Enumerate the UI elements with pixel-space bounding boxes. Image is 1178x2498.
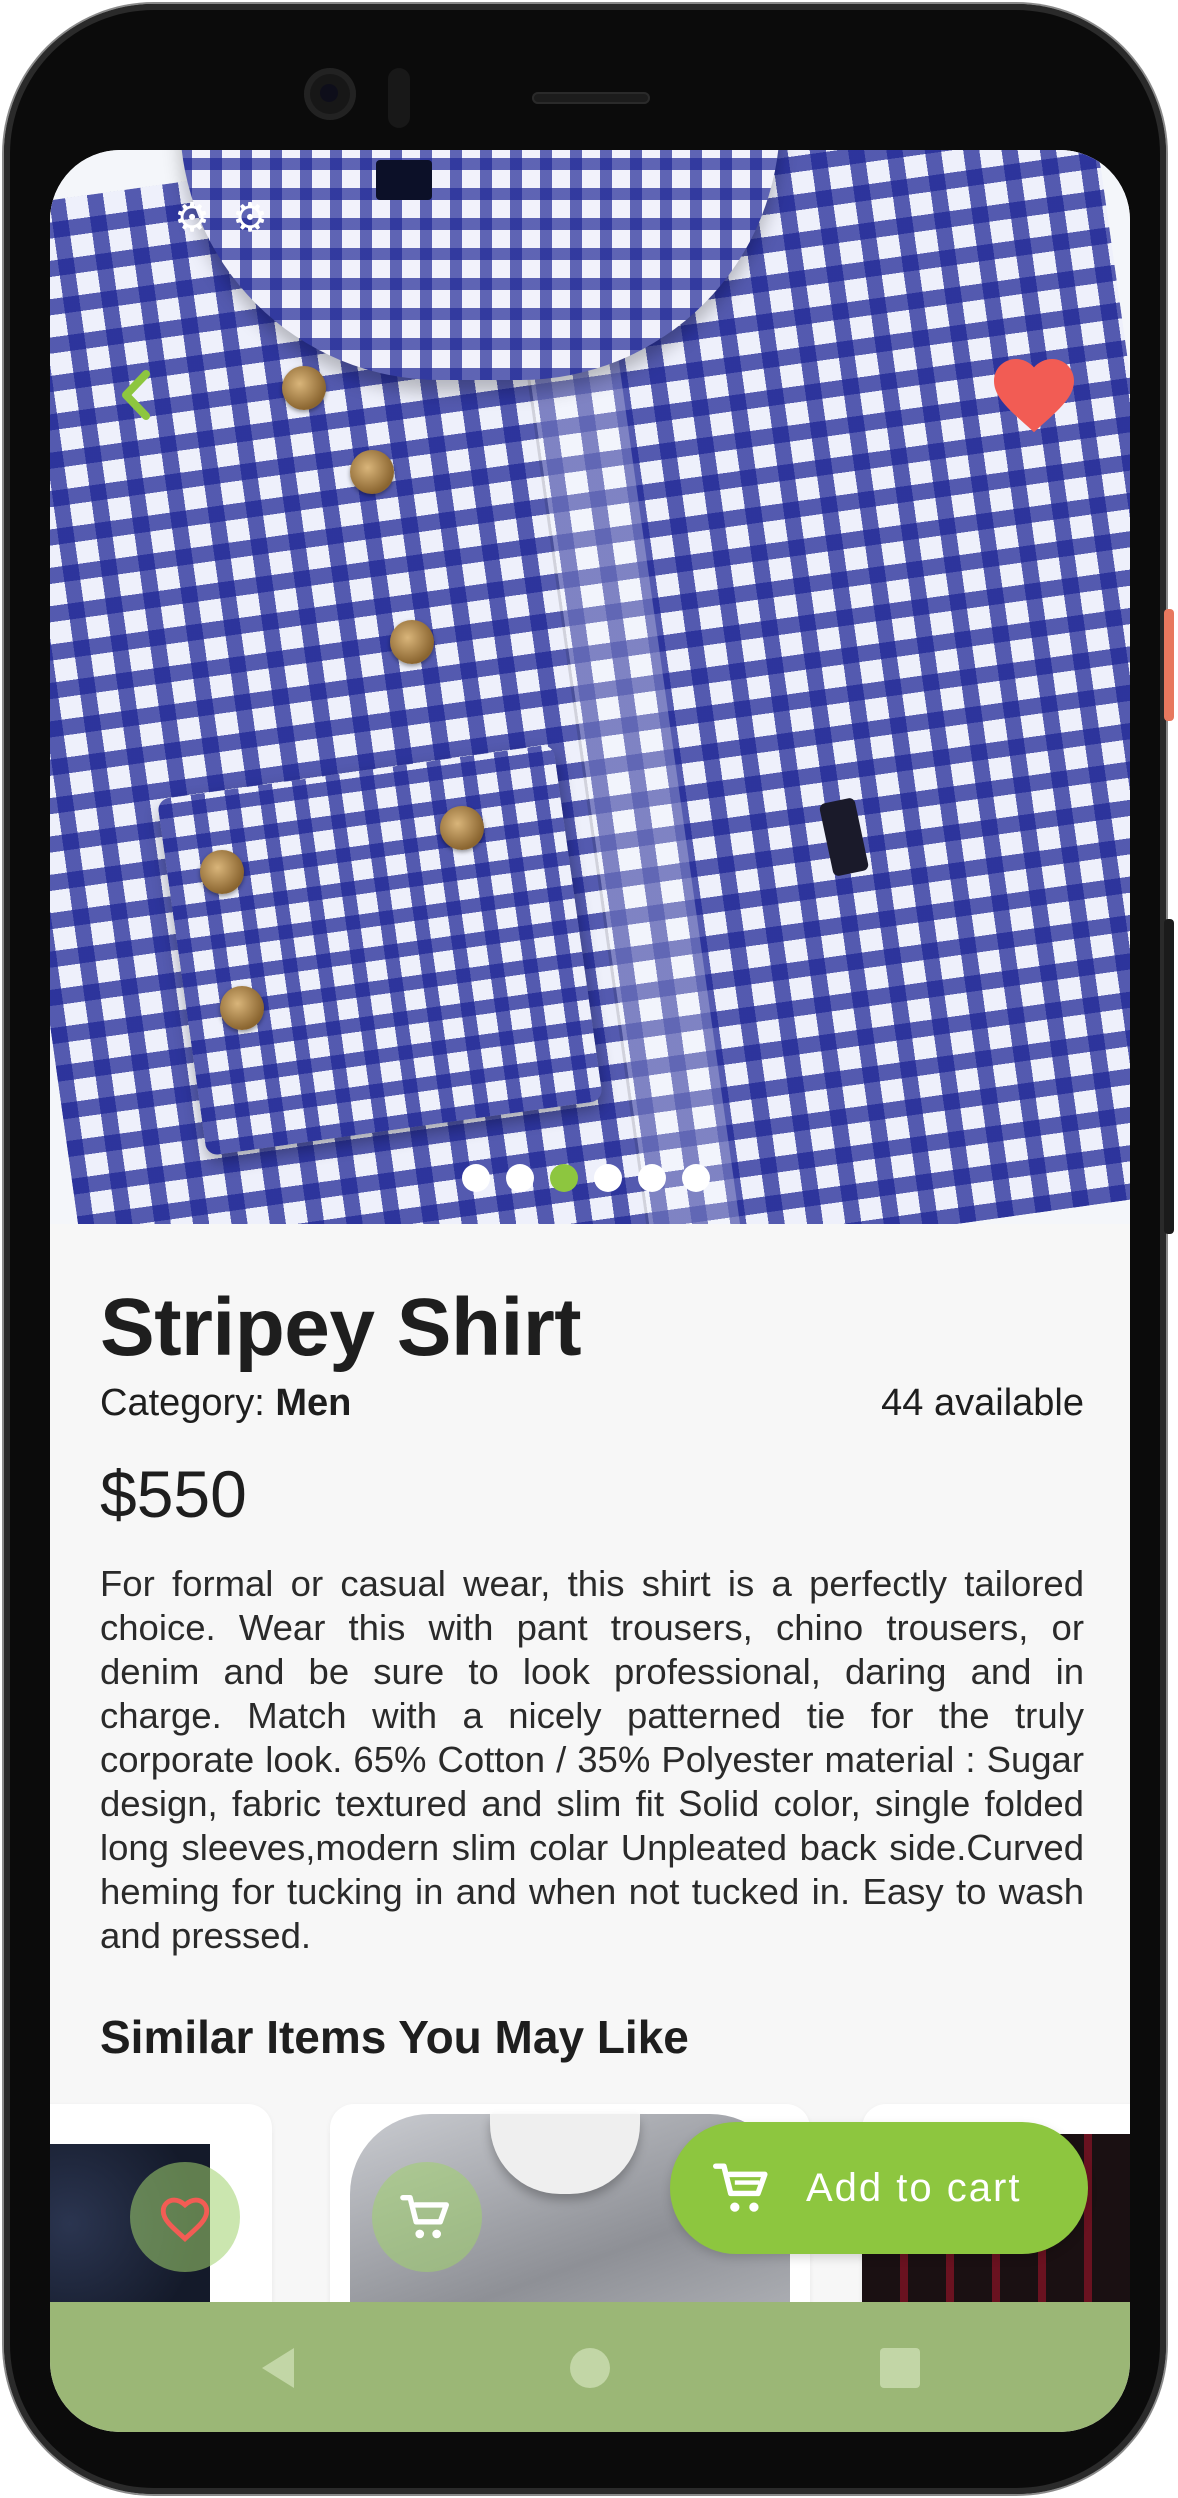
carousel-dot[interactable] (638, 1164, 666, 1192)
heart-icon (994, 359, 1074, 433)
shirt-cuff (156, 743, 604, 1157)
product-availability: 44 available (881, 1382, 1084, 1424)
square-recents-icon (880, 2348, 920, 2388)
gear-icon: ⚙ (174, 196, 210, 240)
nav-recents-button[interactable] (872, 2340, 928, 2396)
phone-frame: ⚙ ⚙ Stripey Shirt Category: Men 44 avail… (4, 4, 1174, 2494)
carousel-dot[interactable] (506, 1164, 534, 1192)
nav-home-button[interactable] (562, 2340, 618, 2396)
product-details: Stripey Shirt Category: Men 44 available… (100, 1280, 1084, 1958)
heart-outline-icon (160, 2197, 210, 2243)
shirt-button (282, 366, 326, 410)
volume-button (1164, 919, 1174, 1234)
product-price: $550 (100, 1457, 247, 1531)
debug-icons: ⚙ ⚙ (170, 196, 272, 240)
shirt-button (350, 450, 394, 494)
proximity-sensor (388, 68, 410, 128)
product-category: Category: Men (100, 1382, 351, 1425)
triangle-back-icon (262, 2348, 294, 2388)
similar-item-favorite-button[interactable] (130, 2162, 240, 2272)
similar-items-title: Similar Items You May Like (100, 2011, 689, 2063)
shirt-button (200, 850, 244, 894)
chevron-left-icon (122, 370, 150, 420)
carousel-dot-active[interactable] (550, 1164, 578, 1192)
shirt-button (440, 806, 484, 850)
add-to-cart-label: Add to cart (806, 2165, 1022, 2210)
screen: ⚙ ⚙ Stripey Shirt Category: Men 44 avail… (50, 150, 1130, 2432)
power-button (1164, 609, 1174, 721)
product-meta: Category: Men 44 available (100, 1382, 1084, 1432)
system-navigation-bar (50, 2302, 1130, 2432)
carousel-dot[interactable] (682, 1164, 710, 1192)
product-title: Stripey Shirt (100, 1282, 582, 1373)
back-button[interactable] (108, 360, 164, 430)
carousel-indicator (462, 1164, 710, 1192)
favorite-button[interactable] (986, 346, 1082, 436)
circle-home-icon (570, 2348, 610, 2388)
shirt-button (220, 986, 264, 1030)
shirt-button (390, 620, 434, 664)
similar-item-cart-button[interactable] (372, 2162, 482, 2272)
nav-back-button[interactable] (252, 2340, 308, 2396)
shirt-collar (490, 2114, 640, 2194)
front-camera (304, 68, 356, 120)
carousel-dot[interactable] (462, 1164, 490, 1192)
neck-tag (376, 160, 432, 200)
add-to-cart-button[interactable]: Add to cart (670, 2122, 1088, 2254)
category-value: Men (275, 1382, 352, 1424)
earpiece-speaker (532, 92, 650, 104)
product-description: For formal or casual wear, this shirt is… (100, 1563, 1084, 1956)
product-image-carousel[interactable]: ⚙ ⚙ (50, 150, 1130, 1224)
cart-icon (400, 2195, 449, 2239)
carousel-dot[interactable] (594, 1164, 622, 1192)
cart-icon (713, 2163, 768, 2212)
category-label: Category: (100, 1382, 276, 1424)
gear-icon: ⚙ (232, 196, 268, 240)
